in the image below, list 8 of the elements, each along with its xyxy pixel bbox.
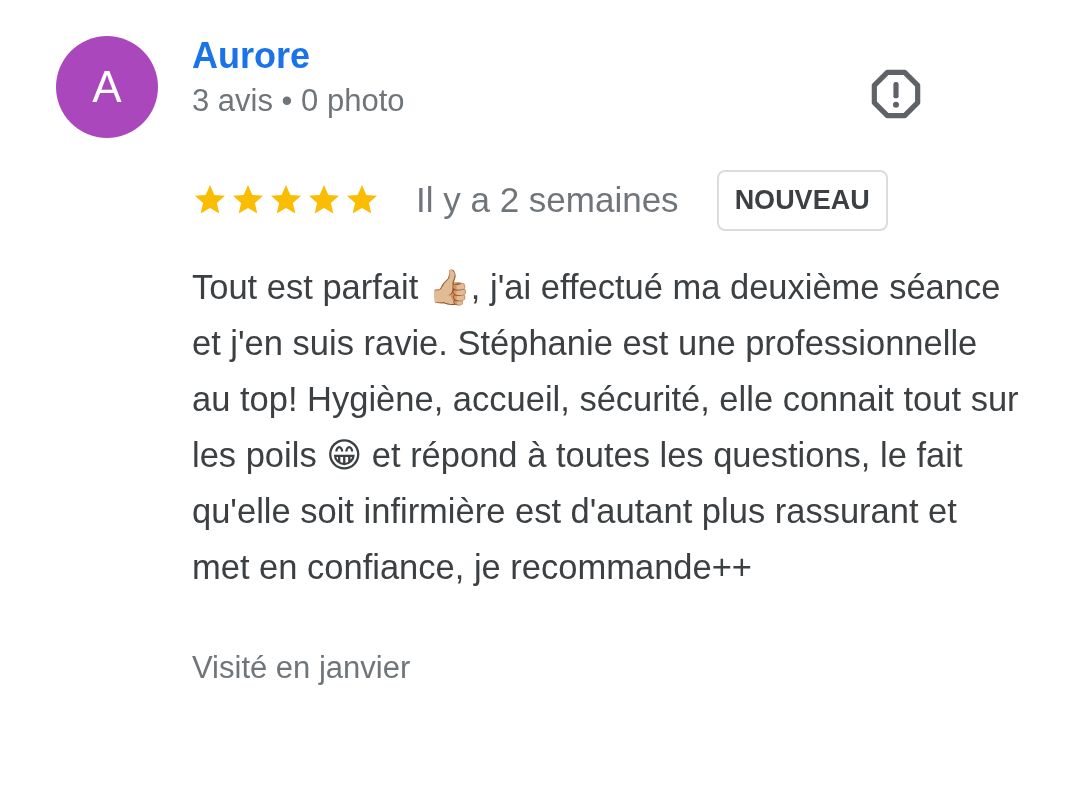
review-text: Tout est parfait 👍🏼, j'ai effectué ma deuxième séance et j'en suis ravie. Stéphanie est une professionnelle au top! Hygiène, accueil, sécurité, elle connait tout sur les poils 😁 et répond à toutes les questions, le fait qu'elle soit infirmière est d'autant plus rassurant et met en confiance, je recommande++ (192, 266, 1020, 588)
report-icon[interactable] (870, 68, 922, 120)
visit-date: Visité en janvier (192, 648, 411, 687)
new-badge: NOUVEAU (716, 170, 888, 231)
reviewer-name[interactable]: Aurore (192, 36, 311, 76)
reviewer-stats: 3 avis • 0 photo (192, 81, 405, 119)
avatar[interactable]: A (56, 36, 158, 138)
review-date: Il y a 2 semaines (416, 179, 679, 221)
